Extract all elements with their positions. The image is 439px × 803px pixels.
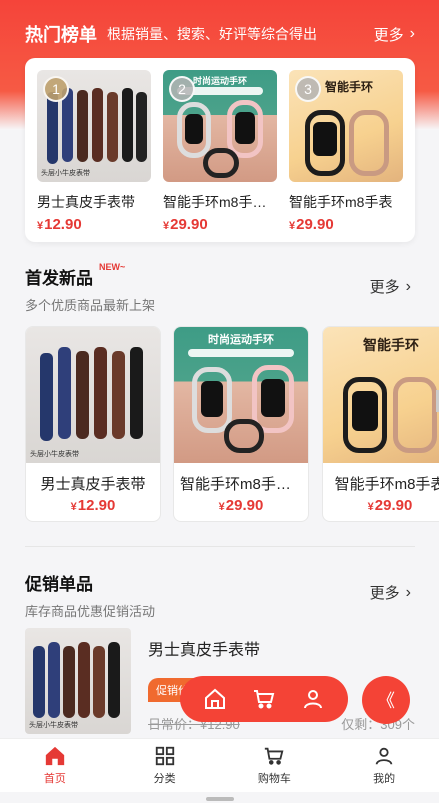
hot-item-name: 智能手环m8手环… [163, 194, 277, 210]
floating-quick-nav [180, 676, 348, 722]
new-arrivals-more-link[interactable]: 更多 › [370, 276, 411, 297]
new-arrivals-list[interactable]: 头层小牛皮表带 男士真皮手表带 ¥12.90 时尚运动手环 智能手环m8手环… … [25, 326, 439, 522]
hot-ranking-header: 热门榜单 根据销量、搜索、好评等综合得出 更多 › [25, 20, 415, 48]
new-product-card[interactable]: 时尚运动手环 智能手环m8手环… ¥29.90 [173, 326, 309, 522]
new-arrivals-subtitle: 多个优质商品最新上架 [25, 298, 156, 313]
tab-label: 分类 [153, 773, 176, 785]
product-image-straps: 头层小牛皮表带 [26, 327, 160, 463]
float-user-button[interactable] [298, 684, 328, 714]
hot-more-label: 更多 [373, 26, 404, 44]
hot-item-name: 男士真皮手表带 [37, 194, 135, 210]
hot-ranking-card: 头层小牛皮表带 1 男士真皮手表带 ¥12.90 时尚运动手环 2 智能手环m8… [25, 58, 415, 242]
cart-icon [253, 690, 275, 709]
tab-label: 我的 [373, 773, 396, 785]
new-product-name: 男士真皮手表带 [40, 476, 146, 493]
hot-item[interactable]: 头层小牛皮表带 1 男士真皮手表带 ¥12.90 [37, 70, 151, 233]
new-product-price: ¥29.90 [367, 497, 413, 514]
new-product-name: 智能手环m8手表 [334, 476, 439, 493]
product-image-caption: 头层小牛皮表带 [29, 722, 78, 729]
hot-item-price: ¥12.90 [37, 216, 82, 233]
hot-ranking-subtitle: 根据销量、搜索、好评等综合得出 [107, 26, 317, 42]
float-toggle-button[interactable]: 《 [362, 676, 410, 724]
product-image-title: 智能手环 [325, 80, 374, 94]
grid-icon [155, 746, 174, 766]
new-badge: NEW~ [99, 262, 126, 272]
float-cart-button[interactable] [249, 684, 279, 714]
product-image-straps: 头层小牛皮表带 [25, 628, 131, 734]
product-image-straps: 头层小牛皮表带 1 [37, 70, 151, 182]
new-arrivals-title-row: 首发新品 NEW~ [25, 262, 415, 289]
new-product-name: 智能手环m8手环… [180, 476, 306, 493]
hot-item-name: 智能手环m8手表 [289, 194, 393, 210]
tab-label: 购物车 [257, 773, 291, 785]
rank-badge: 2 [169, 76, 195, 102]
user-icon [304, 690, 323, 709]
product-image-caption: 头层小牛皮表带 [30, 451, 79, 458]
promo-more-link[interactable]: 更多 › [370, 582, 411, 603]
tab-label: 首页 [43, 773, 66, 785]
hot-more-link[interactable]: 更多 › [374, 24, 415, 45]
new-arrivals-title: 首发新品 [25, 269, 93, 288]
hot-item[interactable]: 时尚运动手环 2 智能手环m8手环… ¥29.90 [163, 70, 277, 233]
product-image-band-green: 时尚运动手环 2 [163, 70, 277, 182]
more-label: 更多 [369, 585, 400, 602]
new-product-card[interactable]: 头层小牛皮表带 男士真皮手表带 ¥12.90 [25, 326, 161, 522]
home-indicator [206, 797, 234, 801]
hot-item-price: ¥29.90 [289, 216, 334, 233]
section-divider [25, 546, 415, 547]
product-image-band-green: 时尚运动手环 [174, 327, 308, 463]
more-label: 更多 [369, 279, 400, 296]
user-icon [375, 747, 393, 765]
tab-home[interactable]: 首页 [0, 739, 110, 792]
product-image-title: 时尚运动手环 [208, 334, 274, 346]
chevron-right-icon: › [405, 583, 411, 601]
cart-icon [265, 747, 284, 765]
product-image-band-peach: 智能手环 3 [289, 70, 403, 182]
hot-item-price: ¥29.90 [163, 216, 208, 233]
bottom-tab-bar: 首页 分类 购物车 我的 [0, 738, 439, 792]
product-image-band-peach: 智能手环 [323, 327, 439, 463]
hot-ranking-title: 热门榜单 [25, 25, 97, 45]
product-image-caption: 头层小牛皮表带 [41, 170, 90, 177]
float-home-button[interactable] [200, 684, 230, 714]
promo-product-name: 男士真皮手表带 [148, 642, 261, 659]
promo-subtitle: 库存商品优惠促销活动 [25, 604, 156, 619]
home-icon [45, 746, 65, 766]
rank-badge: 3 [295, 76, 321, 102]
tab-profile[interactable]: 我的 [329, 739, 439, 792]
product-image-title: 智能手环 [363, 337, 419, 353]
rank-badge: 1 [43, 76, 69, 102]
home-icon [204, 688, 225, 709]
new-product-card[interactable]: 智能手环 智能手环m8手表 ¥29.90 [322, 326, 439, 522]
tab-cart[interactable]: 购物车 [220, 739, 330, 792]
chevron-right-icon: › [405, 277, 411, 295]
tab-category[interactable]: 分类 [110, 739, 220, 792]
double-chevron-left-icon: 《 [377, 691, 395, 711]
chevron-right-icon: › [409, 25, 415, 42]
new-product-price: ¥29.90 [218, 497, 264, 514]
hot-item[interactable]: 智能手环 3 智能手环m8手表 ¥29.90 [289, 70, 403, 233]
promo-title: 促销单品 [25, 575, 93, 594]
promo-header: 促销单品 库存商品优惠促销活动 更多 › [25, 570, 415, 620]
new-product-price: ¥12.90 [70, 497, 116, 514]
new-arrivals-header: 首发新品 NEW~ 多个优质商品最新上架 更多 › [25, 262, 415, 314]
